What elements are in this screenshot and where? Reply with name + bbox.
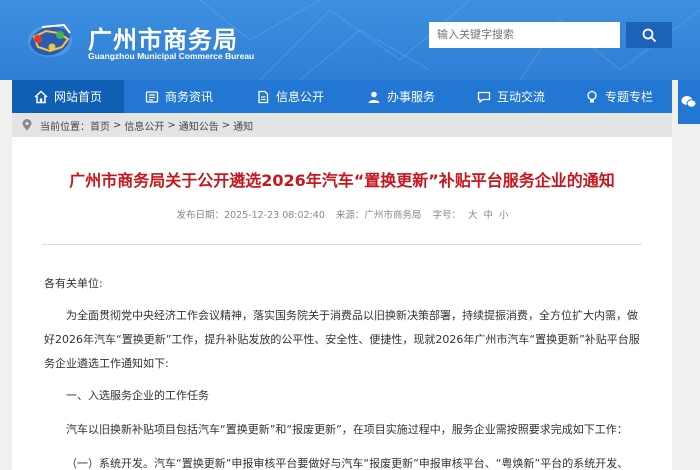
- font-size-small-button[interactable]: 小: [499, 210, 509, 221]
- wechat-icon: [681, 96, 697, 108]
- breadcrumb-item-notice[interactable]: 通知: [233, 118, 253, 133]
- publish-date: 发布日期：2025-12-23 08:02:40: [176, 210, 325, 221]
- bulb-icon: [585, 90, 599, 104]
- nav-item-topics[interactable]: 专题专栏: [566, 80, 672, 113]
- nav-item-services[interactable]: 办事服务: [346, 80, 456, 113]
- breadcrumb-separator: >: [221, 119, 231, 131]
- breadcrumb-prefix: 当前位置：: [40, 121, 90, 133]
- list-icon: [145, 90, 159, 104]
- nav-item-label: 办事服务: [386, 90, 435, 104]
- chat-icon: [477, 90, 491, 104]
- addressee: 各有关单位:: [44, 277, 103, 290]
- nav-item-home[interactable]: 网站首页: [12, 80, 124, 113]
- site-title-en: Guangzhou Municipal Commerce Bureau: [88, 51, 255, 61]
- section-heading: 一、入选服务企业的工作任务: [66, 389, 209, 402]
- article-source: 来源：广州市商务局: [335, 210, 422, 221]
- nav-item-label: 网站首页: [53, 90, 102, 104]
- paragraph: 为全面贯彻党中央经济工作会议精神，落实国务院关于消费品以旧换新决策部署，持续提振…: [44, 309, 640, 370]
- article-container: 广州市商务局关于公开遴选2026年汽车“置换更新”补贴平台服务企业的通知 发布日…: [12, 137, 672, 470]
- article-meta: 发布日期：2025-12-23 08:02:40 来源：广州市商务局 字号： 大中…: [12, 207, 672, 221]
- search-input[interactable]: [429, 22, 620, 48]
- nav-item-interaction[interactable]: 互动交流: [456, 80, 566, 113]
- wechat-float-button[interactable]: [678, 80, 700, 124]
- breadcrumb-item-announcements[interactable]: 通知公告: [179, 118, 219, 133]
- font-size-medium-button[interactable]: 中: [483, 210, 493, 221]
- location-pin-icon: [22, 119, 32, 131]
- breadcrumb-separator: >: [113, 119, 122, 131]
- site-header: 广州市商务局 Guangzhou Municipal Commerce Bure…: [0, 0, 700, 80]
- breadcrumb: 当前位置： 首页 > 信息公开 > 通知公告 > 通知: [12, 113, 672, 137]
- breadcrumb-item-info-disclosure[interactable]: 信息公开: [124, 118, 164, 133]
- article-title: 广州市商务局关于公开遴选2026年汽车“置换更新”补贴平台服务企业的通知: [69, 171, 615, 190]
- font-size-label: 字号：: [432, 210, 461, 221]
- paragraph: （一）系统开发。汽车“置换更新”申报审核平台要做好与汽车“报废更新”申报审核平台…: [66, 457, 629, 470]
- font-size-large-button[interactable]: 大: [468, 210, 478, 221]
- breadcrumb-item-home[interactable]: 首页: [90, 118, 110, 133]
- nav-item-label: 信息公开: [275, 90, 324, 104]
- nav-item-info-disclosure[interactable]: 信息公开: [234, 80, 346, 113]
- divider: [42, 244, 642, 245]
- user-icon: [367, 90, 381, 104]
- nav-item-label: 互动交流: [496, 90, 545, 104]
- search-button[interactable]: [626, 22, 672, 48]
- paragraph: 汽车以旧换新补贴项目包括汽车“置换更新”和“报废更新”，在项目实施过程中，服务企…: [66, 423, 628, 436]
- main-nav: 网站首页 商务资讯 信息公开 办事服务 互动交流 专题专栏: [12, 80, 672, 113]
- nav-item-commerce-news[interactable]: 商务资讯: [124, 80, 234, 113]
- breadcrumb-separator: >: [167, 119, 176, 131]
- site-title-cn[interactable]: 广州市商务局: [88, 20, 238, 55]
- nav-item-label: 商务资讯: [164, 90, 213, 104]
- home-icon: [34, 89, 48, 104]
- nav-item-label: 专题专栏: [604, 90, 653, 104]
- search-icon: [642, 28, 656, 42]
- document-icon: [256, 90, 270, 104]
- bureau-logo-icon[interactable]: [24, 17, 76, 65]
